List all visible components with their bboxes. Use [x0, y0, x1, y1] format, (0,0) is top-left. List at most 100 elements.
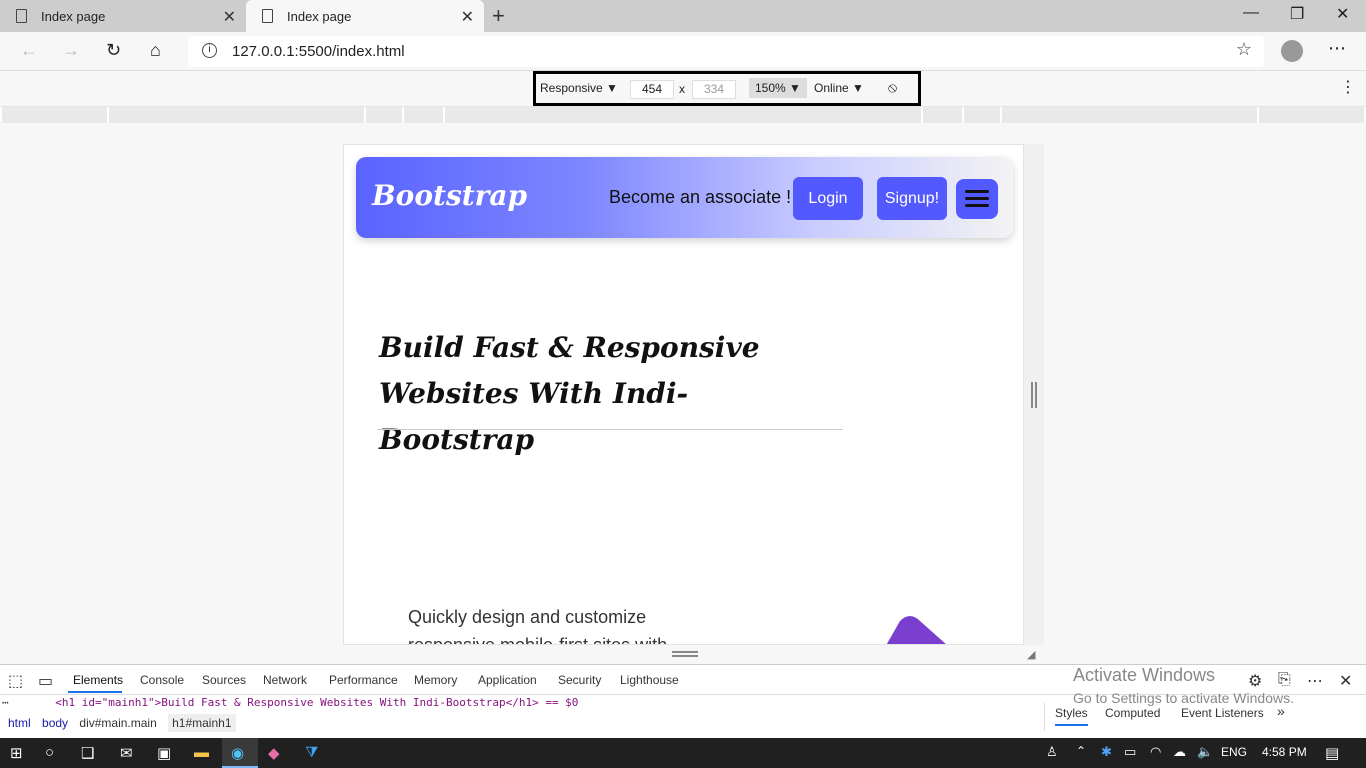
device-toolbar-more-icon[interactable]: ⋮	[1340, 77, 1356, 97]
profile-avatar[interactable]	[1281, 40, 1303, 62]
devtools-tab-performance[interactable]: Performance	[329, 673, 398, 687]
bootstrap-logo-partial	[886, 616, 946, 644]
task-view-icon[interactable]: ❑	[81, 744, 94, 762]
site-brand-logo[interactable]: Bootstrap	[372, 179, 527, 212]
device-toolbar: Responsive ▼ 454 x 334 150% ▼ Online ▼ ⦸	[533, 71, 921, 106]
favorite-star-icon[interactable]: ☆	[1236, 39, 1252, 60]
battery-icon[interactable]: ▭	[1124, 744, 1136, 760]
devtools-tab-lighthouse[interactable]: Lighthouse	[620, 673, 679, 687]
rotate-icon[interactable]: ⦸	[888, 79, 897, 96]
back-icon[interactable]: ←	[20, 40, 38, 61]
devtools-tab-security[interactable]: Security	[558, 673, 601, 687]
refresh-icon[interactable]: ↻	[106, 40, 121, 61]
breadcrumb-h1-mainh1[interactable]: h1#mainh1	[168, 714, 236, 732]
close-devtools-icon[interactable]: ✕	[1339, 671, 1352, 691]
tab-title: Index page	[41, 8, 106, 24]
onedrive-icon[interactable]: ☁	[1173, 744, 1186, 760]
tab-styles[interactable]: Styles	[1055, 706, 1088, 726]
devtools-tab-bar: ⬚ ▭ Elements Console Sources Network Per…	[0, 665, 1366, 706]
more-tabs-icon[interactable]: »	[1277, 703, 1285, 719]
close-window-icon[interactable]: ✕	[1336, 4, 1349, 24]
ruler-segment[interactable]	[1002, 107, 1258, 123]
minimize-icon[interactable]: —	[1243, 4, 1259, 22]
address-bar[interactable]: i 127.0.0.1:5500/index.html ☆	[188, 36, 1264, 67]
devtools-tab-memory[interactable]: Memory	[414, 673, 457, 687]
paint-app-icon[interactable]: ◆	[268, 744, 280, 762]
browser-tab-1[interactable]: Index page ✕	[0, 0, 246, 32]
settings-gear-icon[interactable]: ⚙	[1248, 671, 1262, 691]
breadcrumb-html[interactable]: html	[8, 716, 31, 730]
tray-expand-icon[interactable]: ⌃	[1076, 744, 1086, 758]
feedback-icon[interactable]: ⎘	[1278, 671, 1291, 689]
login-button[interactable]: Login	[793, 177, 863, 220]
close-tab-icon[interactable]: ✕	[461, 7, 474, 27]
mail-icon[interactable]: ✉	[120, 744, 133, 762]
corner-resize-handle[interactable]: ◢	[1027, 648, 1035, 661]
lead-paragraph: Quickly design and customize responsive …	[408, 607, 668, 645]
windows-start-icon[interactable]: ⊞	[10, 744, 23, 762]
breadcrumb-body[interactable]: body	[42, 716, 68, 730]
home-icon[interactable]: ⌂	[150, 40, 161, 61]
ruler-segment[interactable]	[923, 107, 963, 123]
volume-icon[interactable]: 🔈	[1197, 744, 1213, 760]
new-tab-icon[interactable]: +	[492, 3, 505, 29]
page-icon	[16, 9, 27, 23]
edge-icon[interactable]: ◉	[231, 744, 244, 762]
zoom-select[interactable]: 150% ▼	[749, 78, 807, 98]
ruler-segment[interactable]	[366, 107, 403, 123]
language-indicator[interactable]: ENG	[1221, 745, 1247, 759]
breadcrumb: html body div#main.main h1#mainh1	[0, 714, 1042, 732]
associate-link[interactable]: Become an associate !	[609, 187, 791, 208]
menu-bar	[965, 190, 989, 193]
device-toggle-icon[interactable]: ▭	[38, 671, 53, 691]
ellipsis-icon: ⋯	[2, 696, 9, 709]
forward-icon[interactable]: →	[62, 40, 80, 61]
ruler-segment[interactable]	[2, 107, 108, 123]
file-explorer-icon[interactable]: ▬	[194, 744, 209, 761]
viewport-width-input[interactable]: 454	[630, 80, 674, 99]
page-heading: Build Fast & Responsive Websites With In…	[379, 331, 760, 456]
emulated-viewport: Bootstrap Become an associate ! Login Si…	[343, 144, 1024, 645]
close-tab-icon[interactable]: ✕	[223, 7, 236, 27]
search-icon[interactable]: ○	[45, 744, 54, 761]
devtools-tab-elements[interactable]: Elements	[73, 673, 123, 687]
devtools-tab-sources[interactable]: Sources	[202, 673, 246, 687]
selected-dom-node[interactable]: ⋯ <h1 id="mainh1">Build Fast & Responsiv…	[0, 696, 1042, 712]
bluetooth-icon[interactable]: ✱	[1101, 744, 1112, 760]
viewport-height-resize-handle[interactable]	[672, 651, 698, 657]
people-icon[interactable]: ♙	[1046, 744, 1058, 760]
ruler-segment[interactable]	[445, 107, 922, 123]
wifi-icon[interactable]: ◠	[1150, 744, 1161, 760]
breadcrumb-div-main[interactable]: div#main.main	[79, 716, 156, 730]
restore-icon[interactable]: ❐	[1290, 4, 1304, 24]
devtools-tab-application[interactable]: Application	[478, 673, 537, 687]
url-text: 127.0.0.1:5500/index.html	[232, 43, 405, 60]
ruler-segment[interactable]	[109, 107, 365, 123]
windows-taskbar: ⊞ ○ ❑ ✉ ▣ ▬ ◉ ◆ ⧩ ♙ ⌃ ✱ ▭ ◠ ☁ 🔈 ENG 4:58…	[0, 738, 1366, 768]
system-clock[interactable]: 4:58 PM	[1262, 745, 1307, 759]
dimension-separator: x	[679, 82, 685, 96]
ruler-segment[interactable]	[964, 107, 1001, 123]
action-center-icon[interactable]: ▤	[1325, 744, 1339, 762]
active-tab-indicator	[68, 691, 122, 693]
viewport-width-resize-handle[interactable]	[1031, 382, 1037, 408]
devtools-tab-network[interactable]: Network	[263, 673, 307, 687]
viewport-height-input[interactable]: 334	[692, 80, 736, 99]
store-icon[interactable]: ▣	[157, 744, 171, 762]
hamburger-menu-button[interactable]	[956, 179, 998, 219]
device-mode-select[interactable]: Responsive ▼	[540, 81, 618, 95]
inspect-element-icon[interactable]: ⬚	[8, 671, 23, 691]
devtools-more-icon[interactable]: ⋯	[1307, 671, 1323, 691]
ruler-segment[interactable]	[404, 107, 444, 123]
info-icon[interactable]: i	[202, 43, 217, 58]
tab-computed[interactable]: Computed	[1105, 706, 1160, 720]
tab-event-listeners[interactable]: Event Listeners	[1181, 706, 1264, 720]
more-menu-icon[interactable]: ⋯	[1328, 38, 1346, 59]
signup-button[interactable]: Signup!	[877, 177, 947, 220]
browser-tab-2[interactable]: Index page ✕	[246, 0, 484, 32]
devtools-tab-console[interactable]: Console	[140, 673, 184, 687]
page-icon	[262, 9, 273, 23]
network-throttle-select[interactable]: Online ▼	[814, 81, 864, 95]
vscode-icon[interactable]: ⧩	[305, 744, 318, 761]
ruler-segment[interactable]	[1259, 107, 1365, 123]
